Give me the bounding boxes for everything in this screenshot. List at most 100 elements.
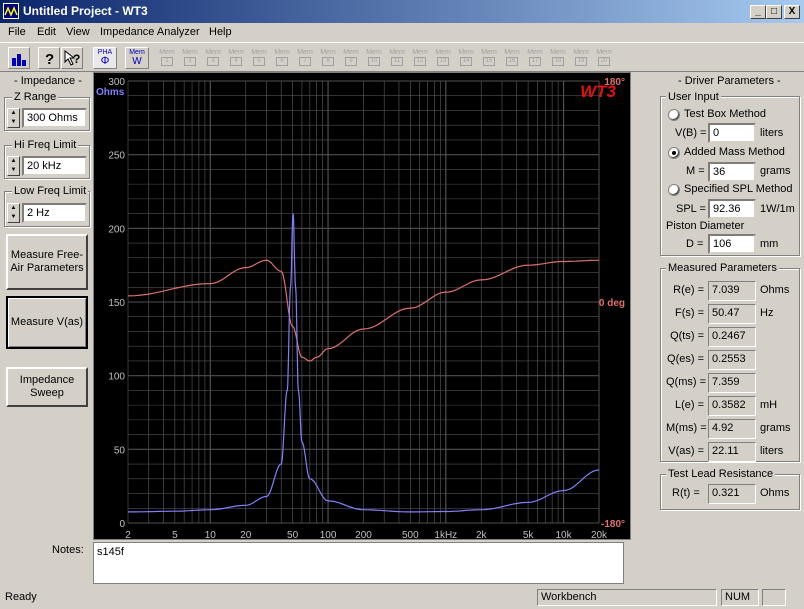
- memory-slot-button[interactable]: Mem 8: [318, 48, 338, 68]
- notes-field[interactable]: s145f: [93, 542, 624, 584]
- measured-param-value: 0.2553: [708, 350, 756, 370]
- mem-label: Mem: [320, 49, 336, 56]
- y-tick-label: 50: [114, 445, 126, 456]
- mem-label: Mem: [527, 49, 543, 56]
- memory-slot-button[interactable]: Mem 9: [341, 48, 361, 68]
- x-tick-label: 20k: [591, 530, 608, 539]
- memory-slot-button[interactable]: Mem 16: [502, 48, 522, 68]
- hi-freq-spinner[interactable]: ▲ ▼: [7, 156, 20, 176]
- bar-chart-button[interactable]: [8, 47, 30, 69]
- phase-toggle-button[interactable]: PHA Φ: [93, 47, 117, 69]
- menu-file[interactable]: File: [8, 26, 26, 38]
- low-freq-label: Low Freq Limit: [12, 185, 89, 197]
- low-freq-spinner[interactable]: ▲ ▼: [7, 203, 20, 223]
- menu-help[interactable]: Help: [209, 26, 232, 38]
- x-tick-label: 100: [320, 530, 337, 539]
- m-field[interactable]: 36: [708, 162, 756, 182]
- memory-slot-button[interactable]: Mem 20: [594, 48, 614, 68]
- svg-text:?: ?: [45, 51, 54, 68]
- memory-slot-button[interactable]: Mem 7: [295, 48, 315, 68]
- impedance-sweep-button[interactable]: Impedance Sweep: [6, 367, 88, 407]
- mem-label: Mem: [389, 49, 405, 56]
- impedance-panel-title: - Impedance -: [14, 75, 82, 87]
- memory-slot-button[interactable]: Mem 14: [456, 48, 476, 68]
- memory-slot-button[interactable]: Mem 3: [203, 48, 223, 68]
- test-box-radio[interactable]: [668, 109, 680, 121]
- vb-field[interactable]: 0: [708, 123, 756, 143]
- mem-label: Mem: [129, 49, 145, 56]
- memory-slot-number: 10: [368, 57, 380, 66]
- measured-param-value: 22.11: [708, 442, 756, 462]
- mem-label: Mem: [550, 49, 566, 56]
- memory-slot-button[interactable]: Mem 11: [387, 48, 407, 68]
- measure-vas-button[interactable]: Measure V(as): [6, 296, 88, 349]
- phi-icon: Φ: [100, 55, 110, 67]
- memory-slot-button[interactable]: Mem 19: [571, 48, 591, 68]
- help-button[interactable]: ?: [38, 47, 60, 69]
- menu-view[interactable]: View: [66, 26, 90, 38]
- added-mass-label: Added Mass Method: [684, 146, 785, 158]
- x-tick-label: 2: [125, 530, 131, 539]
- phase-label: 0 deg: [599, 298, 625, 309]
- test-box-label: Test Box Method: [684, 108, 766, 120]
- memory-slot-button[interactable]: Mem 18: [548, 48, 568, 68]
- memory-slot-button[interactable]: Mem 13: [433, 48, 453, 68]
- mem-w-button[interactable]: Mem W: [125, 47, 149, 69]
- mem-label: Mem: [205, 49, 221, 56]
- toolbar: ? ? PHA Φ Mem W Mem 1 Mem 2 Mem 3 Mem 4 Mem 5 Mem 6…: [0, 42, 804, 72]
- d-field[interactable]: 106: [708, 234, 756, 254]
- memory-slot-button[interactable]: Mem 6: [272, 48, 292, 68]
- measured-param-unit: grams: [760, 422, 791, 434]
- measured-param-value: 0.3582: [708, 396, 756, 416]
- app-icon: [3, 3, 19, 19]
- status-text: Ready: [5, 591, 37, 603]
- status-bar: Ready Workbench NUM: [0, 586, 804, 609]
- measure-free-air-button[interactable]: Measure Free-Air Parameters: [6, 234, 88, 290]
- memory-slot-number: 11: [391, 57, 403, 66]
- memory-slot-button[interactable]: Mem 17: [525, 48, 545, 68]
- memory-slot-button[interactable]: Mem 10: [364, 48, 384, 68]
- window-title: Untitled Project - WT3: [23, 4, 148, 18]
- memory-slot-button[interactable]: Mem 2: [180, 48, 200, 68]
- added-mass-radio[interactable]: [668, 147, 680, 159]
- x-tick-label: 10: [205, 530, 217, 539]
- menu-impedance-analyzer[interactable]: Impedance Analyzer: [100, 26, 200, 38]
- hi-freq-field[interactable]: 20 kHz: [22, 156, 87, 176]
- x-tick-label: 5k: [523, 530, 535, 539]
- memory-slot-button[interactable]: Mem 12: [410, 48, 430, 68]
- memory-slot-button[interactable]: Mem 4: [226, 48, 246, 68]
- memory-slot-button[interactable]: Mem 5: [249, 48, 269, 68]
- close-button[interactable]: X: [784, 5, 800, 19]
- d-unit: mm: [760, 238, 779, 250]
- spin-down-icon: ▼: [10, 214, 17, 220]
- context-help-button[interactable]: ?: [61, 47, 83, 69]
- status-mode: Workbench: [537, 589, 717, 606]
- memory-slot-number: 18: [552, 57, 564, 66]
- memory-slot-number: 7: [299, 57, 311, 66]
- memory-slot-number: 12: [414, 57, 426, 66]
- spl-radio[interactable]: [668, 184, 680, 196]
- z-range-field[interactable]: 300 Ohms: [22, 108, 87, 128]
- minimize-button[interactable]: _: [750, 5, 766, 19]
- mem-w-label: W: [132, 56, 142, 67]
- z-range-spinner[interactable]: ▲ ▼: [7, 108, 20, 128]
- measured-param-unit: Hz: [760, 307, 774, 319]
- spl-field[interactable]: 92.36: [708, 199, 756, 219]
- spin-down-icon: ▼: [10, 167, 17, 173]
- menu-edit[interactable]: Edit: [37, 26, 56, 38]
- m-unit: grams: [760, 165, 791, 177]
- memory-slot-number: 4: [230, 57, 242, 66]
- memory-slot-number: 15: [483, 57, 495, 66]
- maximize-button[interactable]: □: [766, 5, 782, 19]
- memory-slot-button[interactable]: Mem 15: [479, 48, 499, 68]
- mem-label: Mem: [251, 49, 267, 56]
- spl-method-label: Specified SPL Method: [684, 183, 793, 195]
- mem-label: Mem: [182, 49, 198, 56]
- status-num: NUM: [721, 589, 759, 606]
- low-freq-field[interactable]: 2 Hz: [22, 203, 87, 223]
- measured-param-unit: Ohms: [760, 284, 790, 296]
- driver-panel-title: - Driver Parameters -: [678, 75, 781, 87]
- memory-slot-number: 6: [276, 57, 288, 66]
- spin-up-icon: ▲: [10, 110, 17, 116]
- memory-slot-button[interactable]: Mem 1: [157, 48, 177, 68]
